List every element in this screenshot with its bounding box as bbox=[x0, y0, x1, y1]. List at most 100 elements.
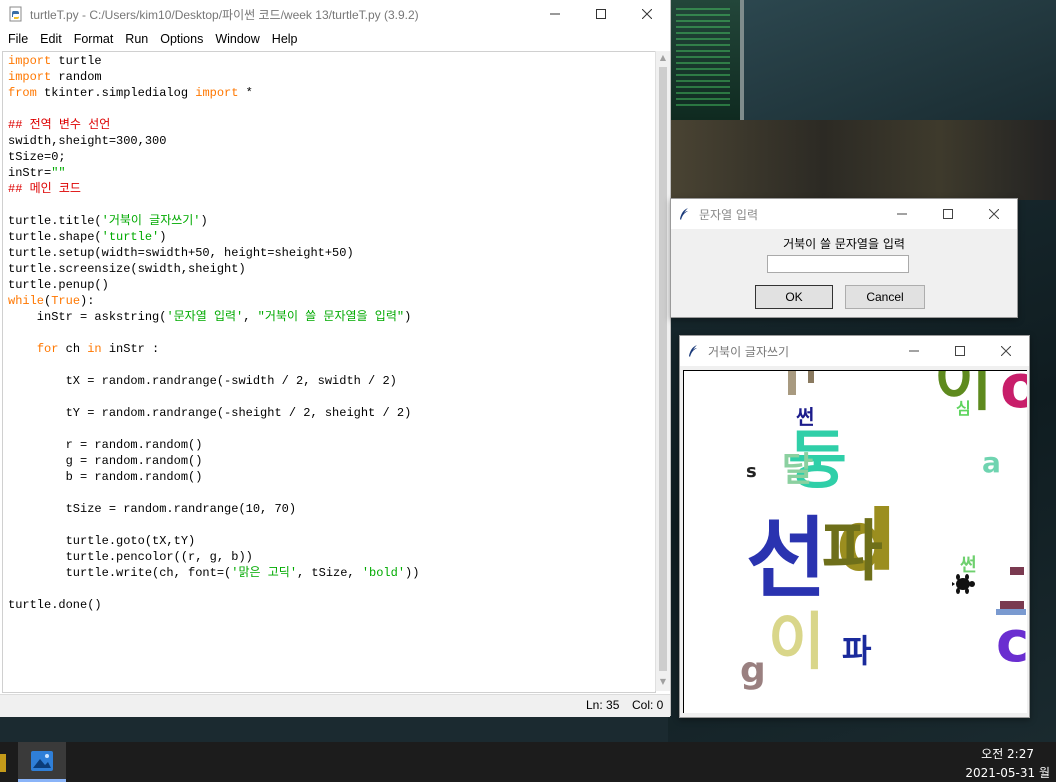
idle-titlebar[interactable]: turtleT.py - C:/Users/kim10/Desktop/파이썬 … bbox=[0, 0, 670, 28]
maximize-icon bbox=[943, 209, 953, 219]
turtle-written-char: g bbox=[740, 650, 766, 691]
feather-icon bbox=[680, 208, 688, 220]
dialog-titlebar[interactable]: 문자열 입력 bbox=[671, 199, 1017, 229]
menu-edit[interactable]: Edit bbox=[34, 32, 68, 46]
turtle-minimize-button[interactable] bbox=[891, 336, 937, 366]
minimize-icon bbox=[909, 350, 919, 352]
code-line[interactable]: import random bbox=[8, 69, 655, 85]
code-line[interactable]: tX = random.randrange(-swidth / 2, swidt… bbox=[8, 373, 655, 389]
code-line[interactable]: ## 메인 코드 bbox=[8, 181, 655, 197]
turtle-written-char: 달 bbox=[782, 450, 814, 490]
code-line[interactable]: b = random.random() bbox=[8, 469, 655, 485]
code-line[interactable]: turtle.done() bbox=[8, 597, 655, 613]
menu-help[interactable]: Help bbox=[266, 32, 304, 46]
minimize-icon bbox=[897, 213, 907, 215]
taskbar-edge-icon[interactable] bbox=[0, 754, 6, 772]
python-file-icon bbox=[9, 6, 22, 22]
menu-file[interactable]: File bbox=[2, 32, 34, 46]
scroll-down-icon[interactable]: ▼ bbox=[658, 677, 668, 687]
vertical-scrollbar[interactable]: ▲ ▼ bbox=[655, 51, 670, 691]
code-line[interactable]: ## 전역 변수 선언 bbox=[8, 117, 655, 133]
code-line[interactable] bbox=[8, 581, 655, 597]
dialog-maximize-button[interactable] bbox=[925, 199, 971, 229]
code-line[interactable] bbox=[8, 325, 655, 341]
wallpaper-screen-lines bbox=[676, 8, 730, 108]
code-line[interactable] bbox=[8, 485, 655, 501]
turtle-written-char: 파 bbox=[842, 632, 872, 670]
window-title: turtleT.py - C:/Users/kim10/Desktop/파이썬 … bbox=[30, 7, 419, 22]
code-line[interactable]: r = random.random() bbox=[8, 437, 655, 453]
code-line[interactable]: while(True): bbox=[8, 293, 655, 309]
code-line[interactable]: turtle.shape('turtle') bbox=[8, 229, 655, 245]
code-line[interactable] bbox=[8, 517, 655, 533]
code-line[interactable]: turtle.pencolor((r, g, b)) bbox=[8, 549, 655, 565]
code-line[interactable]: turtle.penup() bbox=[8, 277, 655, 293]
code-line[interactable]: tSize=0; bbox=[8, 149, 655, 165]
code-line[interactable] bbox=[8, 389, 655, 405]
code-line[interactable]: turtle.goto(tX,tY) bbox=[8, 533, 655, 549]
close-button[interactable] bbox=[624, 0, 670, 28]
turtle-titlebar[interactable]: 거북이 글자쓰기 bbox=[680, 336, 1029, 366]
code-line[interactable]: turtle.screensize(swidth,sheight) bbox=[8, 261, 655, 277]
code-line[interactable] bbox=[8, 421, 655, 437]
cancel-button[interactable]: Cancel bbox=[845, 285, 925, 309]
code-line[interactable]: for ch in inStr : bbox=[8, 341, 655, 357]
canvas-glyph-fragment bbox=[808, 371, 814, 383]
turtle-written-char: 썬 bbox=[960, 555, 977, 576]
turtle-window: 거북이 글자쓰기 썬둥s심a선d파썬이파gc이o bbox=[679, 335, 1030, 718]
code-line[interactable]: tY = random.randrange(-sheight / 2, shei… bbox=[8, 405, 655, 421]
dialog-title: 문자열 입력 bbox=[699, 207, 759, 222]
close-icon bbox=[1001, 346, 1011, 356]
turtle-window-title: 거북이 글자쓰기 bbox=[708, 344, 790, 359]
code-line[interactable] bbox=[8, 357, 655, 373]
canvas-glyph-fragment bbox=[788, 371, 796, 395]
code-line[interactable]: tSize = random.randrange(10, 70) bbox=[8, 501, 655, 517]
scroll-up-icon[interactable]: ▲ bbox=[658, 53, 668, 63]
code-line[interactable]: turtle.title('거북이 글자쓰기') bbox=[8, 213, 655, 229]
taskbar: 오전 2:27 2021-05-31 월 bbox=[0, 742, 1056, 782]
status-column: Col: 0 bbox=[632, 698, 664, 712]
idle-editor-window: turtleT.py - C:/Users/kim10/Desktop/파이썬 … bbox=[0, 0, 671, 717]
code-line[interactable]: inStr = askstring('문자열 입력', "거북이 쓸 문자열을 … bbox=[8, 309, 655, 325]
code-line[interactable]: swidth,sheight=300,300 bbox=[8, 133, 655, 149]
code-line[interactable]: g = random.random() bbox=[8, 453, 655, 469]
menu-format[interactable]: Format bbox=[68, 32, 120, 46]
code-line[interactable]: turtle.setup(width=swidth+50, height=she… bbox=[8, 245, 655, 261]
code-line[interactable]: turtle.write(ch, font=('맑은 고딕', tSize, '… bbox=[8, 565, 655, 581]
taskbar-app-photos[interactable] bbox=[18, 742, 66, 782]
minimize-button[interactable] bbox=[532, 0, 578, 28]
maximize-icon bbox=[596, 9, 606, 19]
menu-window[interactable]: Window bbox=[209, 32, 265, 46]
turtle-cursor-icon bbox=[952, 574, 975, 594]
code-line[interactable] bbox=[8, 197, 655, 213]
close-icon bbox=[989, 209, 999, 219]
menu-run[interactable]: Run bbox=[119, 32, 154, 46]
string-input[interactable] bbox=[767, 255, 909, 273]
turtle-canvas[interactable]: 썬둥s심a선d파썬이파gc이o달 bbox=[683, 370, 1027, 713]
photos-icon bbox=[31, 751, 53, 771]
status-bar: Ln: 35 Col: 0 bbox=[0, 694, 670, 717]
tray-date[interactable]: 2021-05-31 월 bbox=[965, 764, 1050, 781]
dialog-close-button[interactable] bbox=[971, 199, 1017, 229]
code-line[interactable]: import turtle bbox=[8, 53, 655, 69]
ok-button[interactable]: OK bbox=[755, 285, 833, 309]
code-line[interactable]: from tkinter.simpledialog import * bbox=[8, 85, 655, 101]
canvas-glyph-fragment bbox=[1010, 567, 1024, 575]
maximize-icon bbox=[955, 346, 965, 356]
turtle-maximize-button[interactable] bbox=[937, 336, 983, 366]
turtle-written-char: 선 bbox=[746, 507, 827, 610]
maximize-button[interactable] bbox=[578, 0, 624, 28]
turtle-written-char: s bbox=[746, 461, 757, 482]
code-editor[interactable]: import turtle import random from tkinter.s… bbox=[2, 51, 656, 693]
status-line: Ln: 35 bbox=[586, 698, 620, 712]
code-line[interactable]: inStr="" bbox=[8, 165, 655, 181]
code-line[interactable] bbox=[8, 101, 655, 117]
askstring-dialog: 문자열 입력 거북이 쓸 문자열을 입력 OK Cancel bbox=[670, 198, 1018, 318]
tray-time[interactable]: 오전 2:27 bbox=[981, 745, 1034, 762]
menu-options[interactable]: Options bbox=[154, 32, 209, 46]
code-text[interactable]: import turtle import random from tkinter.s… bbox=[3, 52, 655, 613]
dialog-minimize-button[interactable] bbox=[879, 199, 925, 229]
turtle-close-button[interactable] bbox=[983, 336, 1029, 366]
scroll-thumb[interactable] bbox=[659, 67, 667, 671]
dialog-prompt: 거북이 쓸 문자열을 입력 bbox=[783, 237, 905, 251]
